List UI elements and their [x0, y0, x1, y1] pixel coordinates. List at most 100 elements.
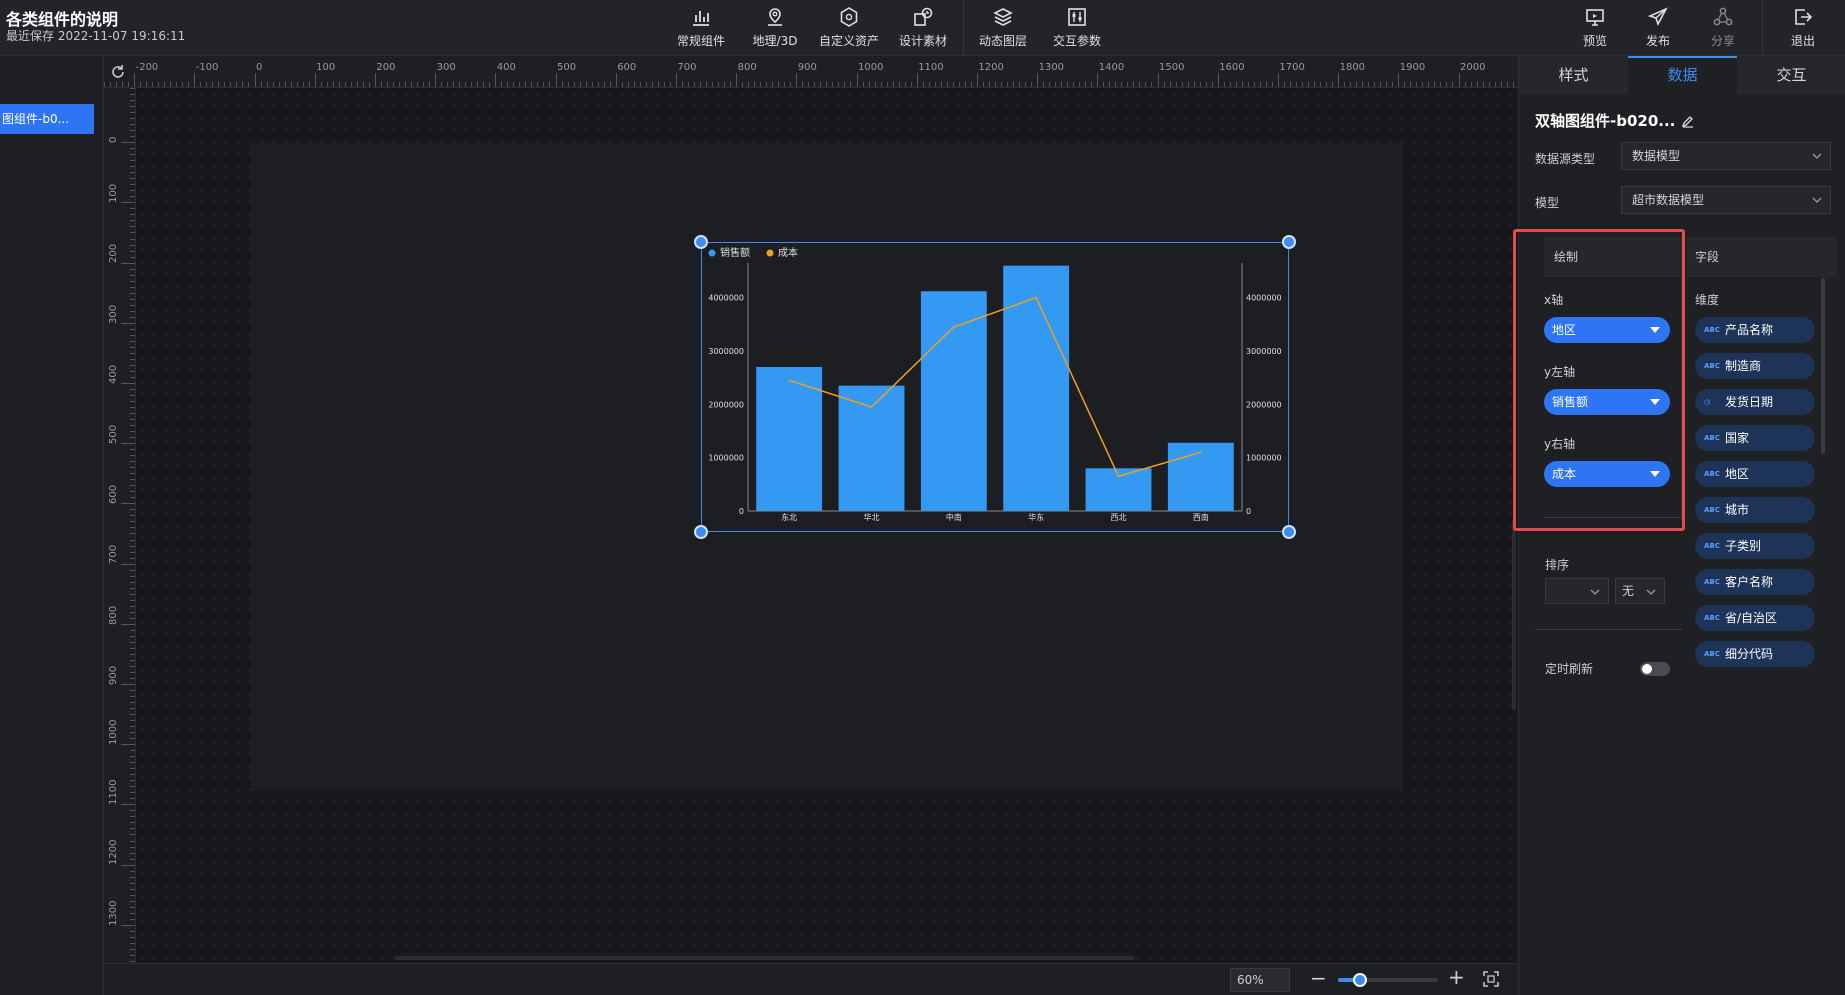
ruler-tick — [1482, 82, 1484, 87]
tool-geo-3d[interactable]: 地理/3D — [750, 4, 800, 52]
zoom-slider-handle[interactable] — [1353, 973, 1367, 987]
ruler-left-label: 500 — [108, 424, 119, 444]
ruler-tick — [1193, 82, 1195, 87]
ruler-tick — [1410, 82, 1412, 87]
sort-order-select[interactable]: 无 — [1615, 578, 1665, 604]
bar-销售额 — [1003, 265, 1070, 511]
ruler-tick — [374, 73, 376, 87]
field-pill-item[interactable]: ABC 国家 — [1695, 425, 1815, 451]
tool-custom-assets[interactable]: 自定义资产 — [818, 4, 880, 52]
ruler-tick — [116, 82, 118, 87]
tool-design-assets[interactable]: 设计素材 — [896, 4, 950, 52]
field-pill-item[interactable]: ABC 制造商 — [1695, 353, 1815, 379]
ruler-tick — [790, 82, 792, 87]
vertical-scrollbar[interactable] — [1512, 520, 1516, 710]
ruler-tick — [1091, 82, 1093, 87]
sort-order-value: 无 — [1622, 584, 1635, 598]
ruler-tick — [681, 82, 683, 87]
field-pill-item[interactable]: ABC 城市 — [1695, 497, 1815, 523]
header-divider — [1762, 0, 1763, 56]
tool-regular-components[interactable]: 常规组件 — [676, 4, 726, 52]
preview-button[interactable]: 预览 — [1580, 4, 1610, 52]
chevron-down-icon — [1812, 153, 1822, 159]
legend-label: 销售额 — [720, 246, 750, 259]
ruler-tick — [134, 73, 136, 87]
resize-handle-top-left[interactable] — [694, 235, 708, 249]
refresh-icon[interactable] — [108, 62, 128, 82]
resize-handle-bottom-left[interactable] — [694, 525, 708, 539]
datasource-type-select[interactable]: 数据模型 — [1621, 142, 1831, 170]
tab-interaction[interactable]: 交互 — [1737, 56, 1845, 94]
x-axis-field-pill[interactable]: 地区 — [1544, 317, 1670, 343]
resize-handle-top-right[interactable] — [1282, 235, 1296, 249]
edit-pencil-icon[interactable] — [1681, 114, 1695, 128]
ruler-tick — [122, 82, 124, 87]
ruler-tick — [597, 82, 599, 87]
y-left-axis-field-pill[interactable]: 销售额 — [1544, 389, 1670, 415]
share-button[interactable]: 分享 — [1708, 4, 1738, 52]
ruler-tick — [314, 73, 316, 87]
ruler-tick — [130, 954, 135, 956]
ruler-tick — [1223, 82, 1225, 87]
ruler-tick — [130, 401, 135, 403]
ruler-tick — [104, 82, 105, 87]
layer-item-dual-axis-chart[interactable]: 图组件-b0... — [0, 104, 94, 134]
model-select[interactable]: 超市数据模型 — [1621, 186, 1831, 214]
ruler-tick — [1055, 82, 1057, 87]
tab-style[interactable]: 样式 — [1519, 56, 1628, 94]
sort-field-select[interactable] — [1545, 578, 1609, 604]
field-pill-item[interactable]: ABC 产品名称 — [1695, 317, 1815, 343]
fit-screen-icon[interactable] — [1482, 970, 1500, 988]
horizontal-scrollbar[interactable] — [395, 956, 1135, 960]
tab-data[interactable]: 数据 — [1628, 56, 1737, 94]
field-pill-item[interactable]: ABC 细分代码 — [1695, 641, 1815, 667]
exit-button[interactable]: 退出 — [1788, 4, 1818, 52]
ruler-tick — [1308, 82, 1309, 87]
ruler-tick — [230, 82, 232, 87]
ruler-tick — [130, 533, 135, 535]
ruler-tick — [130, 677, 135, 679]
ruler-tick — [591, 82, 593, 87]
resize-handle-bottom-right[interactable] — [1282, 525, 1296, 539]
ruler-tick — [669, 82, 671, 87]
field-pill-item[interactable]: ABC 地区 — [1695, 461, 1815, 487]
dual-axis-chart-widget[interactable]: 销售额 成本 0 1000000 2000000 3000000 4000000 0 10000… — [694, 235, 1296, 539]
ruler-tick — [663, 82, 665, 87]
ruler-tick — [1283, 82, 1285, 87]
ruler-left-label: 300 — [108, 304, 119, 324]
ruler-tick — [1000, 82, 1002, 87]
tool-dynamic-layers[interactable]: 动态图层 — [976, 4, 1030, 52]
fields-scrollbar[interactable] — [1821, 278, 1825, 454]
ruler-tick — [130, 942, 135, 944]
ruler-tick — [603, 82, 605, 87]
zoom-slider[interactable] — [1338, 973, 1438, 987]
ruler-tick — [130, 659, 135, 661]
ruler-tick — [130, 509, 135, 511]
auto-refresh-toggle[interactable] — [1640, 662, 1670, 676]
field-pill-item[interactable]: ABC 省/自治区 — [1695, 605, 1815, 631]
publish-button[interactable]: 发布 — [1643, 4, 1673, 52]
ruler-tick — [621, 82, 623, 87]
ruler-tick — [1332, 82, 1334, 87]
ruler-tick — [1314, 82, 1316, 87]
ruler-tick — [1079, 82, 1081, 87]
zoom-in-button[interactable]: + — [1448, 965, 1465, 989]
ruler-tick — [130, 696, 135, 698]
y-right-tick-label: 4000000 — [1246, 294, 1282, 303]
ruler-tick — [1187, 82, 1189, 87]
field-pill-item[interactable]: ABC 子类别 — [1695, 533, 1815, 559]
zoom-out-button[interactable]: − — [1310, 966, 1327, 990]
field-pill-item[interactable]: ABC 客户名称 — [1695, 569, 1815, 595]
zoom-level-input[interactable]: 60% — [1230, 968, 1290, 992]
ruler-tick — [1362, 82, 1364, 87]
field-pill-item[interactable]: ◷ 发货日期 — [1695, 389, 1815, 415]
y-left-tick-label: 1000000 — [708, 454, 744, 463]
ruler-tick — [130, 840, 135, 842]
field-pill-label: 产品名称 — [1725, 323, 1774, 337]
sort-label: 排序 — [1545, 558, 1570, 572]
ruler-tick — [130, 340, 135, 342]
ruler-tick — [130, 274, 135, 276]
y-right-axis-field-pill[interactable]: 成本 — [1544, 461, 1670, 487]
send-icon — [1647, 7, 1668, 27]
tool-interaction-params[interactable]: 交互参数 — [1050, 4, 1104, 52]
